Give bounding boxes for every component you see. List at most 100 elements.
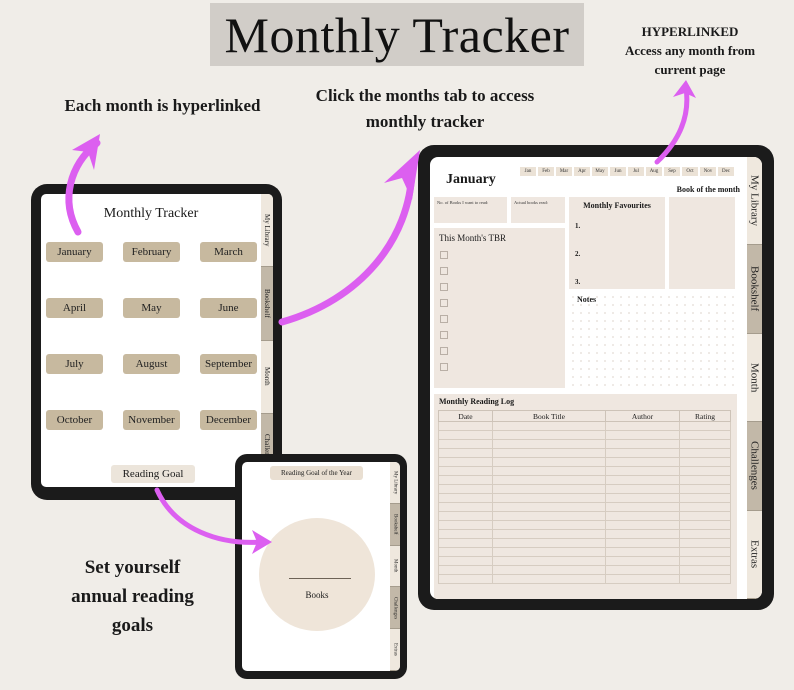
table-cell[interactable]	[679, 529, 731, 539]
side-tab-challenges[interactable]: Challenges	[747, 422, 762, 511]
table-cell[interactable]	[679, 457, 731, 467]
tbr-checkbox[interactable]	[440, 363, 448, 371]
side-tab-challenges[interactable]: Challenges	[390, 587, 400, 630]
table-cell[interactable]	[438, 574, 493, 584]
table-cell[interactable]	[679, 538, 731, 548]
table-cell[interactable]	[438, 520, 493, 530]
table-cell[interactable]	[492, 439, 606, 449]
month-tab-sep[interactable]: Sep	[664, 167, 680, 176]
month-tab-mar[interactable]: Mar	[556, 167, 572, 176]
table-cell[interactable]	[605, 574, 680, 584]
table-cell[interactable]	[679, 475, 731, 485]
month-button-october[interactable]: October	[46, 410, 103, 430]
table-cell[interactable]	[605, 475, 680, 485]
side-tab-month[interactable]: Month	[390, 545, 400, 588]
table-cell[interactable]	[679, 466, 731, 476]
month-button-december[interactable]: December	[200, 410, 257, 430]
side-tab-bookshelf[interactable]: Bookshelf	[747, 245, 762, 334]
table-cell[interactable]	[679, 430, 731, 440]
goal-circle[interactable]: Books	[259, 518, 375, 631]
month-tab-may[interactable]: May	[592, 167, 608, 176]
table-cell[interactable]	[605, 448, 680, 458]
table-cell[interactable]	[438, 529, 493, 539]
table-cell[interactable]	[605, 556, 680, 566]
table-cell[interactable]	[492, 484, 606, 494]
table-cell[interactable]	[492, 556, 606, 566]
table-cell[interactable]	[679, 556, 731, 566]
side-tab-month[interactable]: Month	[747, 333, 762, 423]
side-tab-my-library[interactable]: My Library	[261, 194, 273, 268]
table-cell[interactable]	[605, 511, 680, 521]
table-cell[interactable]	[438, 565, 493, 575]
table-cell[interactable]	[605, 538, 680, 548]
table-cell[interactable]	[605, 466, 680, 476]
favourite-item[interactable]: 2.	[569, 250, 665, 258]
table-cell[interactable]	[438, 475, 493, 485]
table-cell[interactable]	[679, 502, 731, 512]
month-button-july[interactable]: July	[46, 354, 103, 374]
month-tab-aug[interactable]: Aug	[646, 167, 662, 176]
table-cell[interactable]	[492, 475, 606, 485]
table-cell[interactable]	[679, 574, 731, 584]
favourite-item[interactable]: 3.	[569, 278, 665, 286]
tbr-checkbox[interactable]	[440, 267, 448, 275]
table-cell[interactable]	[492, 448, 606, 458]
table-cell[interactable]	[679, 484, 731, 494]
table-cell[interactable]	[438, 556, 493, 566]
book-of-month-box[interactable]	[669, 197, 735, 289]
books-want-field[interactable]: No. of Books I want to read:	[434, 197, 507, 223]
table-cell[interactable]	[438, 457, 493, 467]
month-button-april[interactable]: April	[46, 298, 103, 318]
table-cell[interactable]	[492, 511, 606, 521]
table-cell[interactable]	[679, 547, 731, 557]
month-tab-jun[interactable]: Jun	[610, 167, 626, 176]
month-tab-jul[interactable]: Jul	[628, 167, 644, 176]
table-cell[interactable]	[679, 511, 731, 521]
month-tab-dec[interactable]: Dec	[718, 167, 734, 176]
table-cell[interactable]	[492, 520, 606, 530]
tbr-checkbox[interactable]	[440, 315, 448, 323]
table-cell[interactable]	[605, 457, 680, 467]
table-cell[interactable]	[438, 493, 493, 503]
table-cell[interactable]	[605, 520, 680, 530]
table-cell[interactable]	[438, 484, 493, 494]
table-cell[interactable]	[438, 421, 493, 431]
month-button-november[interactable]: November	[123, 410, 180, 430]
table-cell[interactable]	[492, 466, 606, 476]
table-cell[interactable]	[605, 439, 680, 449]
table-cell[interactable]	[438, 466, 493, 476]
table-cell[interactable]	[492, 547, 606, 557]
table-cell[interactable]	[438, 502, 493, 512]
side-tab-extras[interactable]: Extras	[747, 510, 762, 599]
actual-books-field[interactable]: Actual books read:	[511, 197, 565, 223]
table-cell[interactable]	[492, 502, 606, 512]
table-cell[interactable]	[605, 430, 680, 440]
month-button-january[interactable]: January	[46, 242, 103, 262]
month-tab-apr[interactable]: Apr	[574, 167, 590, 176]
table-cell[interactable]	[605, 484, 680, 494]
tbr-checkbox[interactable]	[440, 331, 448, 339]
side-tab-extras[interactable]: Extras	[390, 629, 400, 671]
table-cell[interactable]	[438, 511, 493, 521]
table-cell[interactable]	[605, 493, 680, 503]
month-tab-jan[interactable]: Jan	[520, 167, 536, 176]
side-tab-bookshelf[interactable]: Bookshelf	[261, 267, 273, 341]
side-tab-month[interactable]: Month	[261, 340, 273, 414]
table-cell[interactable]	[605, 565, 680, 575]
side-tab-bookshelf[interactable]: Bookshelf	[390, 503, 400, 546]
table-cell[interactable]	[605, 547, 680, 557]
table-cell[interactable]	[605, 421, 680, 431]
table-cell[interactable]	[679, 565, 731, 575]
table-cell[interactable]	[605, 529, 680, 539]
table-cell[interactable]	[605, 502, 680, 512]
table-cell[interactable]	[492, 538, 606, 548]
table-cell[interactable]	[679, 421, 731, 431]
table-cell[interactable]	[438, 430, 493, 440]
favourite-item[interactable]: 1.	[569, 222, 665, 230]
month-button-june[interactable]: June	[200, 298, 257, 318]
tbr-checkbox[interactable]	[440, 283, 448, 291]
table-cell[interactable]	[438, 448, 493, 458]
month-button-may[interactable]: May	[123, 298, 180, 318]
month-button-february[interactable]: February	[123, 242, 180, 262]
table-cell[interactable]	[438, 538, 493, 548]
